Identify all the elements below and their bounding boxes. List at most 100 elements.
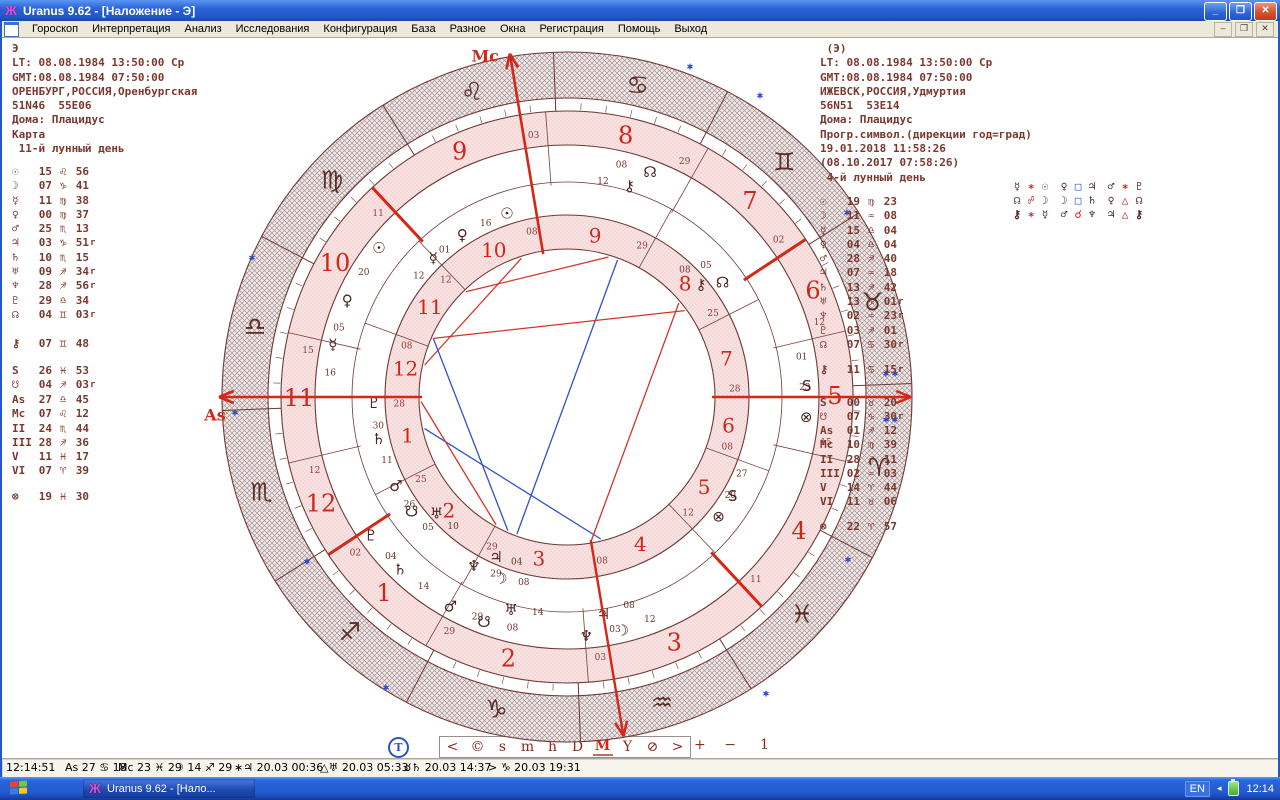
svg-text:10: 10 bbox=[320, 249, 351, 277]
aspect-cell: ♃△⚷ bbox=[1104, 208, 1151, 222]
svg-text:12: 12 bbox=[413, 272, 424, 282]
menu-item-2[interactable]: Интерпретация bbox=[85, 22, 177, 36]
transit-toggle[interactable]: T bbox=[388, 737, 409, 758]
child-restore-button[interactable]: ❐ bbox=[1235, 22, 1253, 37]
time-step-M[interactable]: M bbox=[593, 738, 613, 756]
planet-row: Mc10♍39 bbox=[820, 438, 898, 452]
svg-text:5: 5 bbox=[698, 475, 711, 499]
svg-text:12: 12 bbox=[309, 466, 320, 476]
planet-row: ♃03♑51r bbox=[12, 236, 95, 250]
minimize-button[interactable]: _ bbox=[1204, 2, 1227, 21]
close-button[interactable]: ✕ bbox=[1254, 2, 1277, 21]
time-step-⊘[interactable]: ⊘ bbox=[643, 739, 663, 755]
left-chart-info: ЭLT: 08.08.1984 13:50:00 СрGMT:08.08.198… bbox=[12, 42, 252, 542]
svg-text:20: 20 bbox=[358, 268, 370, 278]
planet-row: Mc07♌12 bbox=[12, 407, 90, 421]
svg-text:6: 6 bbox=[722, 414, 735, 438]
svg-text:08: 08 bbox=[679, 265, 691, 275]
svg-text:4: 4 bbox=[791, 517, 806, 545]
svg-text:08: 08 bbox=[596, 556, 608, 566]
restore-button[interactable]: ❐ bbox=[1229, 2, 1252, 21]
planet-row: ☋07♑30r bbox=[820, 410, 903, 424]
time-step-Y[interactable]: Y bbox=[618, 739, 638, 755]
svg-text:8: 8 bbox=[618, 122, 633, 150]
language-indicator[interactable]: EN bbox=[1185, 781, 1210, 797]
svg-text:♄: ♄ bbox=[393, 561, 406, 579]
menu-item-11[interactable]: Выход bbox=[667, 22, 714, 36]
svg-text:3: 3 bbox=[533, 547, 546, 571]
battery-icon bbox=[1228, 781, 1239, 796]
time-step-©[interactable]: © bbox=[468, 739, 488, 755]
aspect-cell: ☽□♄ bbox=[1057, 193, 1104, 207]
planet-row: ☋04♐03r bbox=[12, 378, 95, 392]
svg-text:05: 05 bbox=[422, 523, 434, 533]
menu-item-1[interactable]: Гороскоп bbox=[25, 22, 85, 36]
svg-text:04: 04 bbox=[385, 552, 397, 562]
svg-text:☽: ☽ bbox=[616, 622, 629, 640]
menu-item-7[interactable]: Разное bbox=[443, 22, 493, 36]
svg-text:Mc: Mc bbox=[471, 46, 499, 65]
svg-text:05: 05 bbox=[333, 324, 345, 334]
svg-text:☋: ☋ bbox=[405, 502, 418, 520]
svg-text:♂: ♂ bbox=[389, 477, 402, 495]
time-step-s[interactable]: s bbox=[493, 739, 513, 755]
svg-text:29: 29 bbox=[444, 627, 456, 637]
svg-text:1: 1 bbox=[401, 423, 414, 447]
svg-text:♓: ♓ bbox=[791, 600, 813, 629]
svg-text:☽: ☽ bbox=[494, 569, 507, 587]
window-title: Uranus 9.62 - [Наложение - Э] bbox=[23, 4, 195, 18]
svg-text:29: 29 bbox=[636, 242, 648, 252]
menu-item-4[interactable]: Исследования bbox=[229, 22, 317, 36]
svg-text:♒: ♒ bbox=[651, 688, 673, 717]
time-step-<[interactable]: < bbox=[443, 739, 463, 755]
time-step-h[interactable]: h bbox=[543, 739, 563, 755]
time-step->[interactable]: > bbox=[668, 739, 688, 755]
menu-item-8[interactable]: Окна bbox=[493, 22, 533, 36]
status-segment-3: Mc 23 ♓ 29 bbox=[118, 761, 182, 774]
svg-text:25: 25 bbox=[707, 309, 719, 319]
svg-text:7: 7 bbox=[720, 347, 733, 371]
time-step-m[interactable]: m bbox=[518, 739, 538, 755]
step-minus-button[interactable]: − bbox=[724, 737, 736, 753]
menu-item-6[interactable]: База bbox=[404, 22, 442, 36]
svg-text:♅: ♅ bbox=[430, 505, 443, 523]
mdi-child-icon[interactable] bbox=[4, 22, 19, 37]
menu-item-5[interactable]: Конфигурация bbox=[316, 22, 404, 36]
child-minimize-button[interactable]: – bbox=[1214, 22, 1232, 37]
svg-text:☉: ☉ bbox=[500, 205, 513, 223]
svg-text:♆: ♆ bbox=[580, 627, 593, 645]
svg-text:25: 25 bbox=[415, 475, 427, 485]
planet-row: ⚷07♊48 bbox=[12, 337, 90, 351]
svg-text:10: 10 bbox=[481, 238, 506, 262]
time-step-D[interactable]: D bbox=[568, 739, 588, 755]
planet-row: III28♐36 bbox=[12, 436, 90, 450]
svg-text:02: 02 bbox=[350, 548, 361, 558]
menu-item-3[interactable]: Анализ bbox=[178, 22, 229, 36]
svg-text:12: 12 bbox=[644, 615, 655, 625]
app-icon: Ж bbox=[3, 4, 19, 18]
taskbar-app-button[interactable]: Ж Uranus 9.62 - [Нало... bbox=[83, 779, 255, 798]
svg-text:9: 9 bbox=[452, 137, 467, 165]
start-button[interactable] bbox=[10, 780, 28, 796]
planet-row: ♅13♑01r bbox=[820, 295, 903, 309]
svg-text:☊: ☊ bbox=[643, 163, 656, 181]
planet-row: ♀00♍37 bbox=[12, 208, 95, 222]
tray-expand-icon[interactable]: ◂ bbox=[1217, 783, 1222, 794]
time-step-toolbar: T <©smhDMY⊘> + − 1 bbox=[2, 736, 1278, 757]
svg-text:⚷: ⚷ bbox=[696, 275, 707, 293]
svg-text:♑: ♑ bbox=[485, 695, 507, 724]
step-plus-button[interactable]: + bbox=[694, 737, 706, 753]
svg-text:♋: ♋ bbox=[626, 70, 648, 99]
svg-text:♀: ♀ bbox=[457, 226, 468, 244]
svg-text:♌: ♌ bbox=[461, 77, 483, 106]
planet-row: S26♓53 bbox=[12, 364, 95, 378]
svg-text:27: 27 bbox=[736, 469, 748, 479]
svg-text:✱: ✱ bbox=[687, 63, 694, 72]
status-segment-5: ∗♃ 20.03 00:36 bbox=[234, 761, 323, 774]
child-close-button[interactable]: ✕ bbox=[1256, 22, 1274, 37]
aspect-grid: ☿∗☉♀□♃♂∗♇☊☍☽☽□♄♀△☊⚷∗☿♂☌♆♃△⚷ bbox=[1010, 179, 1151, 222]
svg-text:08: 08 bbox=[616, 160, 628, 170]
menu-item-9[interactable]: Регистрация bbox=[533, 22, 611, 36]
svg-text:♇: ♇ bbox=[367, 394, 380, 412]
menu-item-10[interactable]: Помощь bbox=[611, 22, 668, 36]
